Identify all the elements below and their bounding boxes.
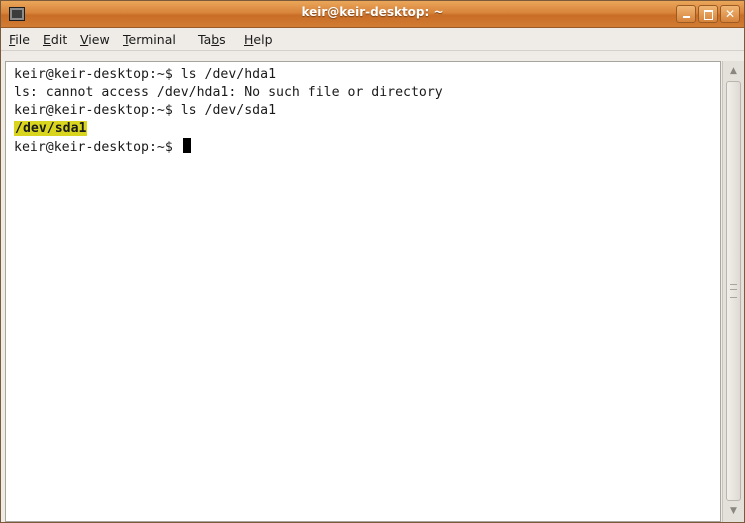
menu-tabs-label: s xyxy=(219,32,226,47)
terminal-prompt-line: keir@keir-desktop:~$ xyxy=(14,138,191,157)
menu-file-label: ile xyxy=(15,32,30,47)
terminal-output[interactable]: keir@keir-desktop:~$ ls /dev/hda1 ls: ca… xyxy=(5,61,721,522)
title-bar[interactable]: keir@keir-desktop: ~ ✕ xyxy=(1,1,744,28)
menu-file[interactable]: File xyxy=(9,32,30,47)
menu-edit[interactable]: Edit xyxy=(43,32,67,47)
terminal-line: keir@keir-desktop:~$ ls /dev/sda1 xyxy=(14,103,277,118)
close-icon: ✕ xyxy=(724,7,736,21)
menu-tabs[interactable]: Tabs xyxy=(198,32,226,47)
terminal-line: ls: cannot access /dev/hda1: No such fil… xyxy=(14,85,443,100)
terminal-window: keir@keir-desktop: ~ ✕ File Edit View Te… xyxy=(0,0,745,523)
vertical-scrollbar[interactable]: ▲ ▼ xyxy=(722,61,744,522)
menu-view-label: iew xyxy=(88,32,110,47)
minimize-button[interactable] xyxy=(676,5,696,23)
maximize-button[interactable] xyxy=(698,5,718,23)
selection-highlight[interactable]: /dev/sda1 xyxy=(14,121,88,136)
menu-help[interactable]: Help xyxy=(244,32,273,47)
menu-terminal[interactable]: Terminal xyxy=(123,32,176,47)
menu-help-label: elp xyxy=(253,32,273,47)
menu-edit-mnemonic: E xyxy=(43,32,51,47)
menu-bar: File Edit View Terminal Tabs Help xyxy=(1,28,744,51)
menu-help-mnemonic: H xyxy=(244,32,254,47)
menu-tabs-prefix: Ta xyxy=(198,32,212,47)
scroll-down-arrow-icon[interactable]: ▼ xyxy=(726,504,741,519)
menu-edit-label: dit xyxy=(50,32,68,47)
text-cursor xyxy=(182,138,191,153)
menu-terminal-label: erminal xyxy=(128,32,176,47)
minimize-icon xyxy=(677,6,695,22)
menu-view[interactable]: View xyxy=(80,32,110,47)
close-button[interactable]: ✕ xyxy=(720,5,740,23)
scroll-up-arrow-icon[interactable]: ▲ xyxy=(726,64,741,79)
menu-tabs-mnemonic: b xyxy=(211,32,220,47)
maximize-icon xyxy=(699,6,717,22)
window-controls: ✕ xyxy=(674,5,740,23)
prompt-text: keir@keir-desktop:~$ xyxy=(14,140,181,155)
grip-icon xyxy=(730,284,737,298)
scrollbar-thumb[interactable] xyxy=(726,81,741,501)
terminal-line: keir@keir-desktop:~$ ls /dev/hda1 xyxy=(14,67,277,82)
window-title: keir@keir-desktop: ~ xyxy=(301,5,444,19)
terminal-line-highlighted: /dev/sda1 xyxy=(14,120,88,138)
